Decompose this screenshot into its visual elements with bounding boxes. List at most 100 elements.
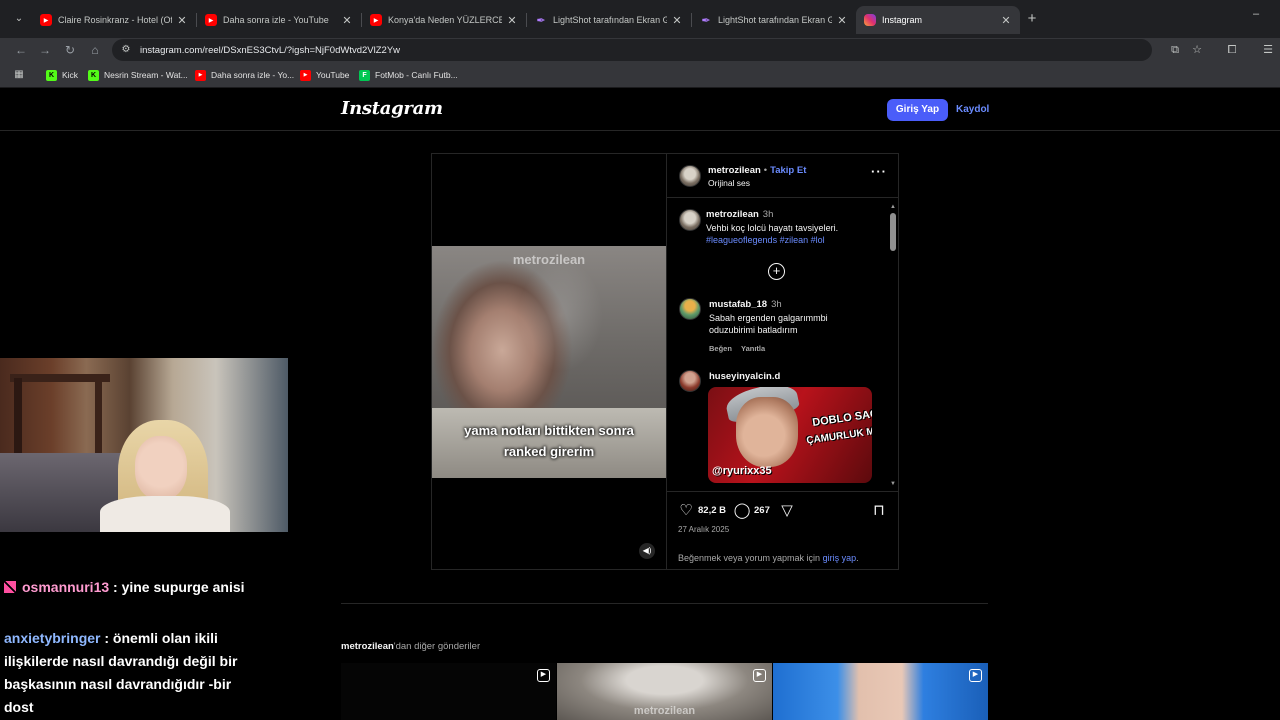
- post-header: metrozilean • Takip Et Orijinal ses ···: [667, 154, 899, 198]
- login-prompt-end: .: [856, 553, 859, 563]
- post-date: 27 Aralık 2025: [678, 525, 730, 534]
- share-send-icon[interactable]: ▽: [778, 502, 796, 520]
- bookmark-nesrin-stream[interactable]: K Nesrin Stream - Wat...: [88, 68, 188, 82]
- video-caption: yama notları bittikten sonra ranked gire…: [432, 420, 666, 462]
- side-panel-icon[interactable]: ☰: [1260, 42, 1276, 58]
- load-more-comments-plus-icon[interactable]: +: [768, 263, 785, 280]
- reel-video-player[interactable]: metrozilean yama notları bittikten sonra…: [432, 154, 666, 569]
- tab-lightshot-2[interactable]: ✒ LightShot tarafından Ekran Gör ✕: [692, 6, 856, 34]
- bookmark-youtube[interactable]: ▶ YouTube: [300, 68, 349, 82]
- tab-konya[interactable]: ▶ Konya'da Neden YÜZLERCE Ol ✕: [362, 6, 526, 34]
- caption-author-avatar[interactable]: [679, 209, 701, 231]
- tab-search-chevron-icon[interactable]: ⌄: [8, 9, 30, 29]
- author-line: metrozilean • Takip Et: [708, 165, 806, 176]
- site-settings-icon[interactable]: ⚙: [120, 44, 132, 56]
- separator-dot: •: [763, 165, 768, 176]
- close-icon[interactable]: ✕: [176, 14, 188, 27]
- login-button[interactable]: Giriş Yap: [887, 99, 948, 121]
- apps-grid-icon[interactable]: ▦: [12, 68, 26, 82]
- tab-title: Konya'da Neden YÜZLERCE Ol: [388, 15, 502, 25]
- more-posts-heading: metrozilean'dan diğer gönderiler: [341, 641, 480, 652]
- minimize-window-icon[interactable]: –: [1248, 8, 1264, 22]
- audio-mute-icon[interactable]: ◀): [639, 543, 655, 559]
- like-heart-icon[interactable]: ♡: [677, 502, 695, 520]
- author-avatar[interactable]: [679, 165, 701, 187]
- close-icon[interactable]: ✕: [671, 14, 683, 27]
- forward-arrow-icon[interactable]: →: [36, 41, 54, 59]
- reel-post: metrozilean yama notları bittikten sonra…: [431, 153, 899, 570]
- chat-message: osmannuri13 : yine supurge anisi: [4, 576, 304, 599]
- instagram-logo[interactable]: Instagram: [341, 98, 443, 119]
- more-posts-username[interactable]: metrozilean: [341, 641, 394, 652]
- reload-icon[interactable]: ↻: [61, 41, 79, 59]
- tab-lightshot-1[interactable]: ✒ LightShot tarafından Ekran Gör ✕: [527, 6, 691, 34]
- chat-badge-icon: [4, 581, 16, 593]
- chat-message: anxietybringer : önemli olan ikili ilişk…: [4, 627, 249, 719]
- scrollbar-thumb[interactable]: [890, 213, 896, 251]
- bookmarks-bar: ▦ K Kick K Nesrin Stream - Wat... ▶ Daha…: [0, 62, 1280, 88]
- reel-icon: ▶: [537, 669, 550, 682]
- comments-scrollbar[interactable]: ▲ ▼: [889, 203, 897, 488]
- address-bar[interactable]: ⚙ instagram.com/reel/DSxnES3CtvL/?igsh=N…: [112, 39, 1152, 61]
- more-post-thumbnail[interactable]: ▶: [773, 663, 988, 720]
- tab-title: LightShot tarafından Ekran Gör: [718, 15, 832, 25]
- caption-hashtags[interactable]: #leagueoflegends #zilean #lol: [706, 235, 825, 245]
- bookmark-kick[interactable]: K Kick: [46, 68, 78, 82]
- author-username[interactable]: metrozilean: [708, 165, 761, 176]
- close-icon[interactable]: ✕: [341, 14, 353, 27]
- install-app-icon[interactable]: ⧉: [1167, 42, 1183, 58]
- youtube-icon: ▶: [300, 69, 311, 81]
- signup-link[interactable]: Kaydol: [956, 99, 989, 121]
- gif-text: DOBLO SAG ÖN: [811, 405, 872, 429]
- like-count: 82,2 B: [698, 505, 726, 516]
- more-posts-suffix: 'dan diğer gönderiler: [393, 641, 481, 652]
- bookmark-label: Kick: [62, 70, 79, 80]
- comment-reply-button[interactable]: Yanıtla: [741, 344, 765, 353]
- caption-username[interactable]: metrozilean: [706, 209, 759, 220]
- scroll-down-arrow-icon[interactable]: ▼: [889, 480, 897, 488]
- audio-label[interactable]: Orijinal ses: [708, 178, 750, 188]
- comment-like-button[interactable]: Beğen: [709, 344, 732, 353]
- more-post-thumbnail[interactable]: ▶: [341, 663, 556, 720]
- follow-button[interactable]: Takip Et: [770, 165, 806, 176]
- close-icon[interactable]: ✕: [836, 14, 848, 27]
- bookmark-star-icon[interactable]: ☆: [1189, 42, 1205, 58]
- commenter-avatar[interactable]: [679, 298, 701, 320]
- bookmark-label: Daha sonra izle - Yo...: [211, 70, 295, 80]
- more-post-thumbnail[interactable]: metrozilean ▶: [557, 663, 772, 720]
- tab-claire-rosinkranz[interactable]: ▶ Claire Rosinkranz - Hotel (Offici ✕: [32, 6, 196, 34]
- bookmark-daha-sonra-izle[interactable]: ▶ Daha sonra izle - Yo...: [195, 68, 294, 82]
- chat-username: osmannuri13: [22, 579, 110, 595]
- browser-tab-strip: ⌄ ▶ Claire Rosinkranz - Hotel (Offici ✕ …: [0, 0, 1280, 38]
- thumbnail-watermark: metrozilean: [633, 705, 696, 717]
- section-divider: [341, 603, 988, 604]
- tab-title: Instagram: [882, 15, 923, 25]
- home-icon[interactable]: ⌂: [86, 41, 104, 59]
- comment-gif[interactable]: DOBLO SAG ÖN ÇAMURLUK MUYUZ @ryurixx35: [708, 387, 872, 483]
- comment-time: 3h: [771, 299, 782, 310]
- tab-daha-sonra-izle[interactable]: ▶ Daha sonra izle - YouTube ✕: [197, 6, 361, 34]
- scroll-up-arrow-icon[interactable]: ▲: [889, 203, 897, 211]
- comments-panel[interactable]: metrozilean 3h Vehbi koç lolcü hayatı tav…: [667, 199, 899, 491]
- extensions-puzzle-icon[interactable]: ⧠: [1224, 42, 1240, 58]
- tab-instagram[interactable]: Instagram ✕: [856, 6, 1020, 34]
- video-watermark: metrozilean: [512, 252, 586, 267]
- bookmark-fotmob[interactable]: F FotMob - Canlı Futb...: [359, 68, 458, 82]
- login-prompt-link[interactable]: giriş yap: [823, 553, 857, 563]
- comment-username[interactable]: mustafab_18: [709, 299, 767, 310]
- streamer-face: [135, 436, 187, 500]
- new-tab-plus-icon[interactable]: +: [1024, 10, 1040, 28]
- save-bookmark-icon[interactable]: ⊓: [870, 502, 888, 520]
- lightshot-icon: ✒: [536, 14, 546, 27]
- close-icon[interactable]: ✕: [506, 14, 518, 27]
- more-options-icon[interactable]: ···: [871, 165, 887, 183]
- post-sidebar: metrozilean • Takip Et Orijinal ses ··· me…: [666, 154, 899, 569]
- post-actions: ♡ 82,2 B ◯ 267 ▽ ⊓ 27 Aralık 2025 Beğenm…: [667, 491, 899, 569]
- comment-username[interactable]: huseyinyalcin.d: [709, 371, 780, 382]
- browser-toolbar: ← → ↻ ⌂ ⚙ instagram.com/reel/DSxnES3CtvL…: [0, 38, 1280, 62]
- comment-bubble-icon[interactable]: ◯: [733, 502, 751, 520]
- back-arrow-icon[interactable]: ←: [12, 41, 30, 59]
- close-icon[interactable]: ✕: [1000, 14, 1012, 27]
- caption-time: 3h: [762, 209, 774, 220]
- commenter-avatar[interactable]: [679, 370, 701, 392]
